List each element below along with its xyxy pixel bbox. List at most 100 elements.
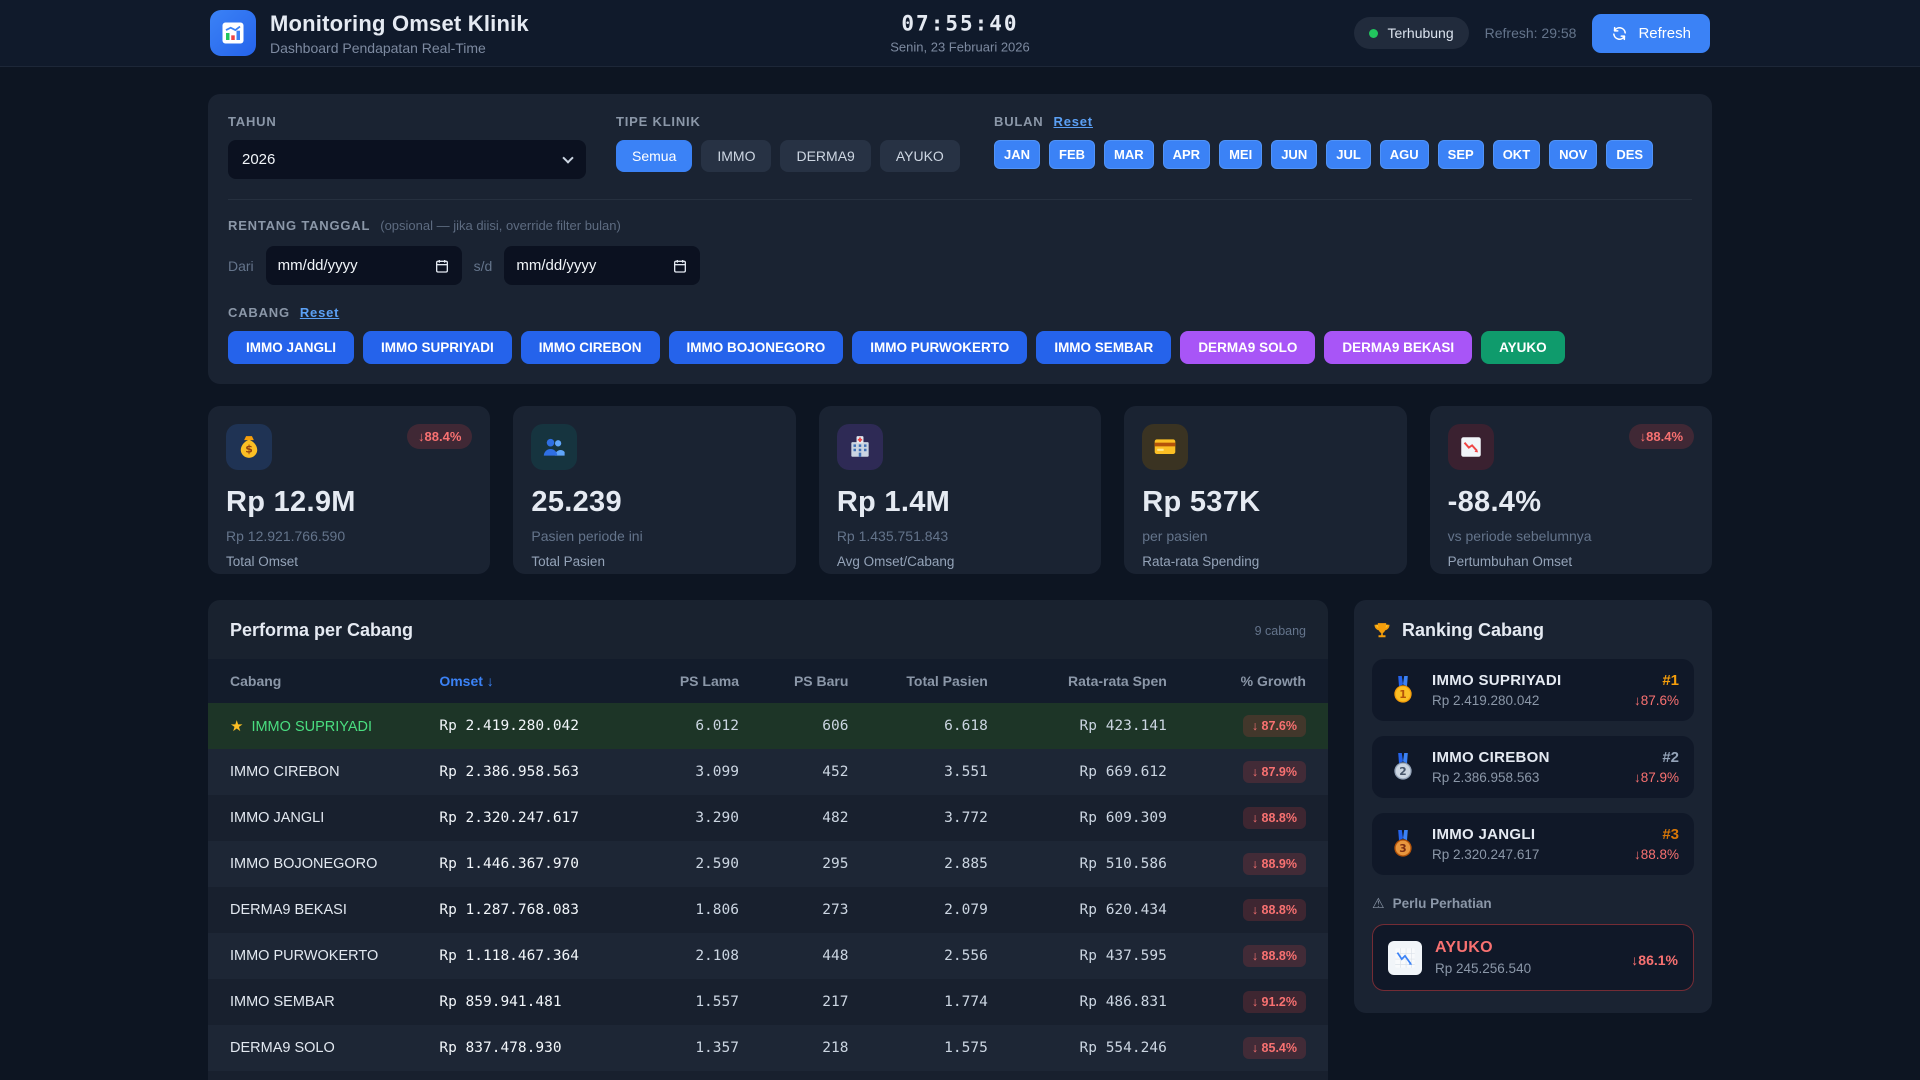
month-okt-button[interactable]: OKT [1492,140,1541,169]
bar-chart-icon [222,22,244,44]
growth-badge: ↓ 87.9% [1242,761,1306,783]
month-jul-button[interactable]: JUL [1326,140,1371,169]
kpi-value: Rp 1.4M [836,486,951,518]
month-apr-button[interactable]: APR [1162,140,1211,169]
clinic-type-immo-button[interactable]: IMMO [701,140,772,172]
ranking-branch-name: IMMO JANGLI [1432,826,1536,843]
cell-spend: Rp 609.309 [1079,810,1167,826]
date-to-placeholder: mm/dd/yyyy [516,257,597,274]
cell-growth: ↓ 86.1% [1179,1071,1328,1080]
column-growth[interactable]: % Growth [1178,659,1328,703]
month-mei-button[interactable]: MEI [1219,140,1263,169]
growth-badge: ↓ 88.8% [1242,899,1306,921]
refresh-countdown: Refresh: 29:58 [1484,25,1577,41]
column-omset-sorted[interactable]: Omset ↓ [427,659,642,703]
date-range-hint: (opsional — jika diisi, override filter … [380,218,621,233]
cell-total-pasien: 2.556 [944,948,988,964]
column-rata-rata-spend[interactable]: Rata-rata Spen [999,659,1179,703]
cell-growth: ↓ 91.2% [1179,979,1328,1025]
month-feb-button[interactable]: FEB [1049,140,1096,169]
ranking-item-1: 1 IMMO SUPRIYADI Rp 2.419.280.042 #1 ↓87… [1372,659,1694,721]
cell-total-pasien: 2.885 [944,856,988,872]
patients-icon [531,424,578,470]
cell-growth: ↓ 87.6% [1179,703,1328,749]
kpi-subvalue: Rp 12.921.766.590 [226,528,346,544]
clinic-type-ayuko-button[interactable]: AYUKO [879,140,960,172]
month-agu-button[interactable]: AGU [1379,140,1429,169]
branch-immo-purwokerto-button[interactable]: IMMO PURWOKERTO [852,331,1028,364]
branch-immo-jangli-button[interactable]: IMMO JANGLI [228,331,354,364]
cell-ps-lama: 3.290 [695,810,739,826]
kpi-label: Rata-rata Spending [1142,554,1260,569]
branch-ayuko-button[interactable]: AYUKO [1481,331,1565,364]
cell-omset: Rp 2.419.280.042 [439,718,580,734]
cell-cabang: DERMA9 BEKASI [230,902,347,918]
month-des-button[interactable]: DES [1606,140,1654,169]
date-range-label: RENTANG TANGGAL [228,218,371,233]
column-ps-lama[interactable]: PS Lama [641,659,751,703]
column-ps-baru[interactable]: PS Baru [750,659,861,703]
branch-immo-cirebon-button[interactable]: IMMO CIREBON [520,331,660,364]
svg-text:$: $ [245,443,253,456]
clinic-type-derma9-button[interactable]: DERMA9 [780,140,871,172]
month-reset-link[interactable]: Reset [1054,114,1093,129]
status-badge: Terhubung [1354,17,1469,49]
cell-cabang: ★ IMMO SUPRIYADI [230,718,373,735]
column-total-pasien[interactable]: Total Pasien [860,659,1000,703]
month-nov-button[interactable]: NOV [1549,140,1598,169]
silver-medal-icon: 2 [1394,753,1412,780]
attention-branch-omset: Rp 245.256.540 [1435,961,1532,976]
column-cabang[interactable]: Cabang [208,659,428,703]
cell-ps-lama: 429 [641,1071,751,1080]
branch-immo-bojonegoro-button[interactable]: IMMO BOJONEGORO [668,331,844,364]
month-mar-button[interactable]: MAR [1104,140,1154,169]
clinic-type-semua-button[interactable]: Semua [616,140,693,172]
cell-spend: Rp 669.612 [1079,764,1167,780]
month-jan-button[interactable]: JAN [994,140,1041,169]
kpi-subvalue: Pasien periode ini [531,528,643,544]
kpi-subvalue: per pasien [1142,528,1208,544]
month-jun-button[interactable]: JUN [1271,140,1318,169]
ranking-title: Ranking Cabang [1402,620,1545,640]
branch-derma9-solo-button[interactable]: DERMA9 SOLO [1180,331,1316,364]
ranking-panel: Ranking Cabang 1 IMMO SUPRIYADI Rp 2.419… [1354,600,1712,1013]
cell-spend: Rp 486.831 [1079,994,1167,1010]
cell-growth: ↓ 87.9% [1179,749,1328,795]
ranking-item-3: 3 IMMO JANGLI Rp 2.320.247.617 #3 ↓88.8% [1372,813,1694,875]
table-row: IMMO SEMBAR Rp 859.941.481 1.557 217 1.7… [208,979,1328,1025]
cell-spend: Rp 554.246 [1079,1040,1167,1056]
ranking-branch-omset: Rp 2.419.280.042 [1432,693,1540,708]
performance-table-card: Performa per Cabang 9 cabang Cabang Omse… [208,600,1328,1080]
month-sep-button[interactable]: SEP [1437,140,1484,169]
table-row: AYUKO Rp 245.256.540 429 0 429 Rp 571.77… [208,1071,1328,1080]
star-icon: ★ [230,718,244,735]
cell-spend: Rp 437.595 [1079,948,1167,964]
cell-growth: ↓ 88.8% [1179,795,1328,841]
branch-immo-sembar-button[interactable]: IMMO SEMBAR [1036,331,1172,364]
date-to-input[interactable]: mm/dd/yyyy [504,246,701,285]
calendar-icon [674,259,687,273]
cell-total-pasien: 429 [860,1071,999,1080]
cell-cabang: AYUKO [208,1071,427,1080]
refresh-button[interactable]: Refresh [1592,13,1710,53]
cell-omset: Rp 1.287.768.083 [439,902,580,918]
year-select[interactable]: 2026 [228,140,586,179]
cell-growth: ↓ 88.8% [1179,933,1328,979]
attention-branch-name: AYUKO [1435,939,1493,956]
warning-icon: ⚠ [1372,895,1385,911]
chart-down-icon [1388,940,1422,975]
rank-position: #1 [1662,672,1679,689]
branch-reset-link[interactable]: Reset [300,305,339,320]
kpi-label: Avg Omset/Cabang [836,554,955,569]
growth-badge: ↓ 88.8% [1242,945,1306,967]
cell-ps-baru: 273 [822,902,849,918]
trophy-icon [1374,622,1390,637]
branch-derma9-bekasi-button[interactable]: DERMA9 BEKASI [1324,331,1473,364]
kpi-pertumbuhan: ↓88.4% -88.4% vs periode sebelumnya Pert… [1429,406,1713,574]
cell-ps-lama: 1.557 [695,994,739,1010]
branch-immo-supriyadi-button[interactable]: IMMO SUPRIYADI [363,331,512,364]
date-from-input[interactable]: mm/dd/yyyy [265,246,462,285]
cell-omset: Rp 859.941.481 [439,994,562,1010]
cell-total-pasien: 1.774 [944,994,988,1010]
cell-cabang: IMMO PURWOKERTO [230,948,379,964]
